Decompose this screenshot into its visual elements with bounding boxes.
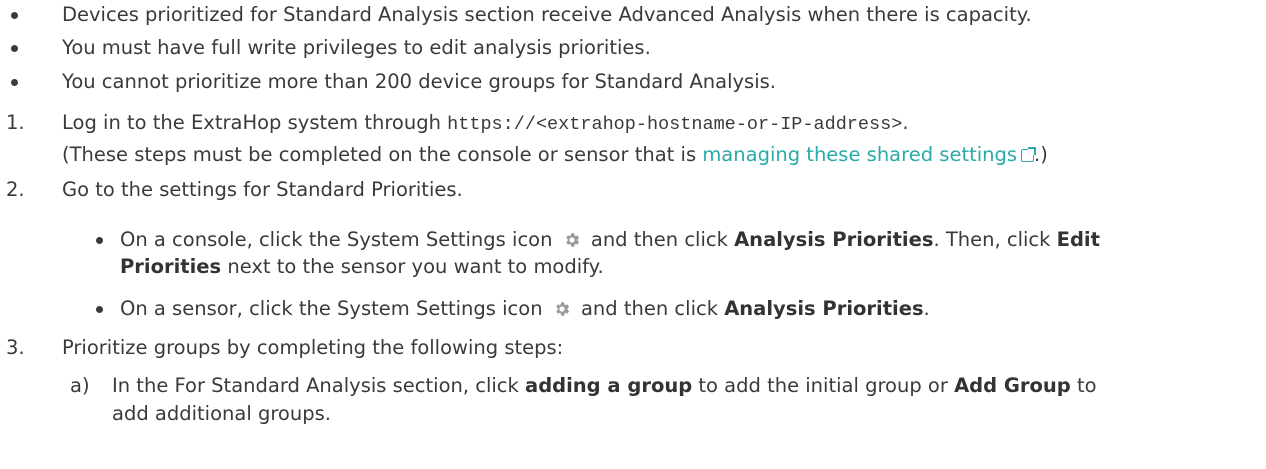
- substep-text-cont: add additional groups.: [112, 402, 331, 425]
- step-1-period: .: [902, 111, 909, 134]
- substep-part: to add the initial group or: [698, 374, 948, 397]
- document-page: Devices prioritized for Standard Analysi…: [0, 0, 1266, 469]
- login-url: https://<extrahop-hostname-or-IP-address…: [447, 114, 903, 135]
- analysis-priorities-label: Analysis Priorities: [724, 297, 924, 320]
- priorities-label: Priorities: [120, 255, 222, 278]
- gear-icon: [556, 302, 569, 316]
- bullet-dot: [96, 306, 103, 313]
- analysis-priorities-label: Analysis Priorities: [734, 228, 934, 251]
- sensor-text: On a sensor, click the System Settings i…: [120, 297, 930, 321]
- note-text: (These steps must be completed on the co…: [62, 143, 1048, 167]
- bullet-text: Devices prioritized for Standard Analysi…: [62, 3, 1032, 26]
- bullet-dot: [96, 237, 103, 244]
- step-number: 2.: [6, 178, 25, 201]
- note-close: .): [1034, 143, 1048, 166]
- substep-letter: a): [70, 374, 90, 397]
- bullet-dot: [11, 12, 18, 19]
- step-text: Go to the settings for Standard Prioriti…: [62, 178, 463, 201]
- console-part: and then click: [590, 228, 728, 251]
- substep-text: In the For Standard Analysis section, cl…: [112, 374, 1097, 398]
- bullet-dot: [11, 45, 18, 52]
- console-text: On a console, click the System Settings …: [120, 228, 1100, 252]
- managing-shared-settings-link[interactable]: managing these shared settings: [702, 143, 1017, 166]
- sensor-part: .: [923, 297, 930, 320]
- substep-part: to: [1076, 374, 1097, 397]
- substep-part: In the For Standard Analysis section, cl…: [112, 374, 519, 397]
- sensor-part: On a sensor, click the System Settings i…: [120, 297, 543, 320]
- bullet-dot: [11, 79, 18, 86]
- adding-a-group-label: adding a group: [525, 374, 693, 397]
- bullet-text: You cannot prioritize more than 200 devi…: [62, 70, 776, 93]
- gear-icon: [565, 233, 579, 247]
- note-open: (These steps must be completed on the co…: [62, 143, 697, 166]
- console-part: . Then, click: [933, 228, 1051, 251]
- console-text-cont: Priorities next to the sensor you want t…: [120, 255, 604, 279]
- step-text: Log in to the ExtraHop system through ht…: [62, 111, 909, 137]
- edit-label: Edit: [1056, 228, 1100, 251]
- add-group-label: Add Group: [954, 374, 1071, 397]
- step-number: 3.: [6, 336, 25, 359]
- step-text: Prioritize groups by completing the foll…: [62, 336, 564, 359]
- console-part: On a console, click the System Settings …: [120, 228, 553, 251]
- step-number: 1.: [6, 111, 25, 134]
- step-1-prefix: Log in to the ExtraHop system through: [62, 111, 441, 134]
- console-part: next to the sensor you want to modify.: [227, 255, 604, 278]
- sensor-part: and then click: [580, 297, 718, 320]
- bullet-text: You must have full write privileges to e…: [62, 36, 651, 59]
- external-link-icon[interactable]: [1021, 147, 1037, 162]
